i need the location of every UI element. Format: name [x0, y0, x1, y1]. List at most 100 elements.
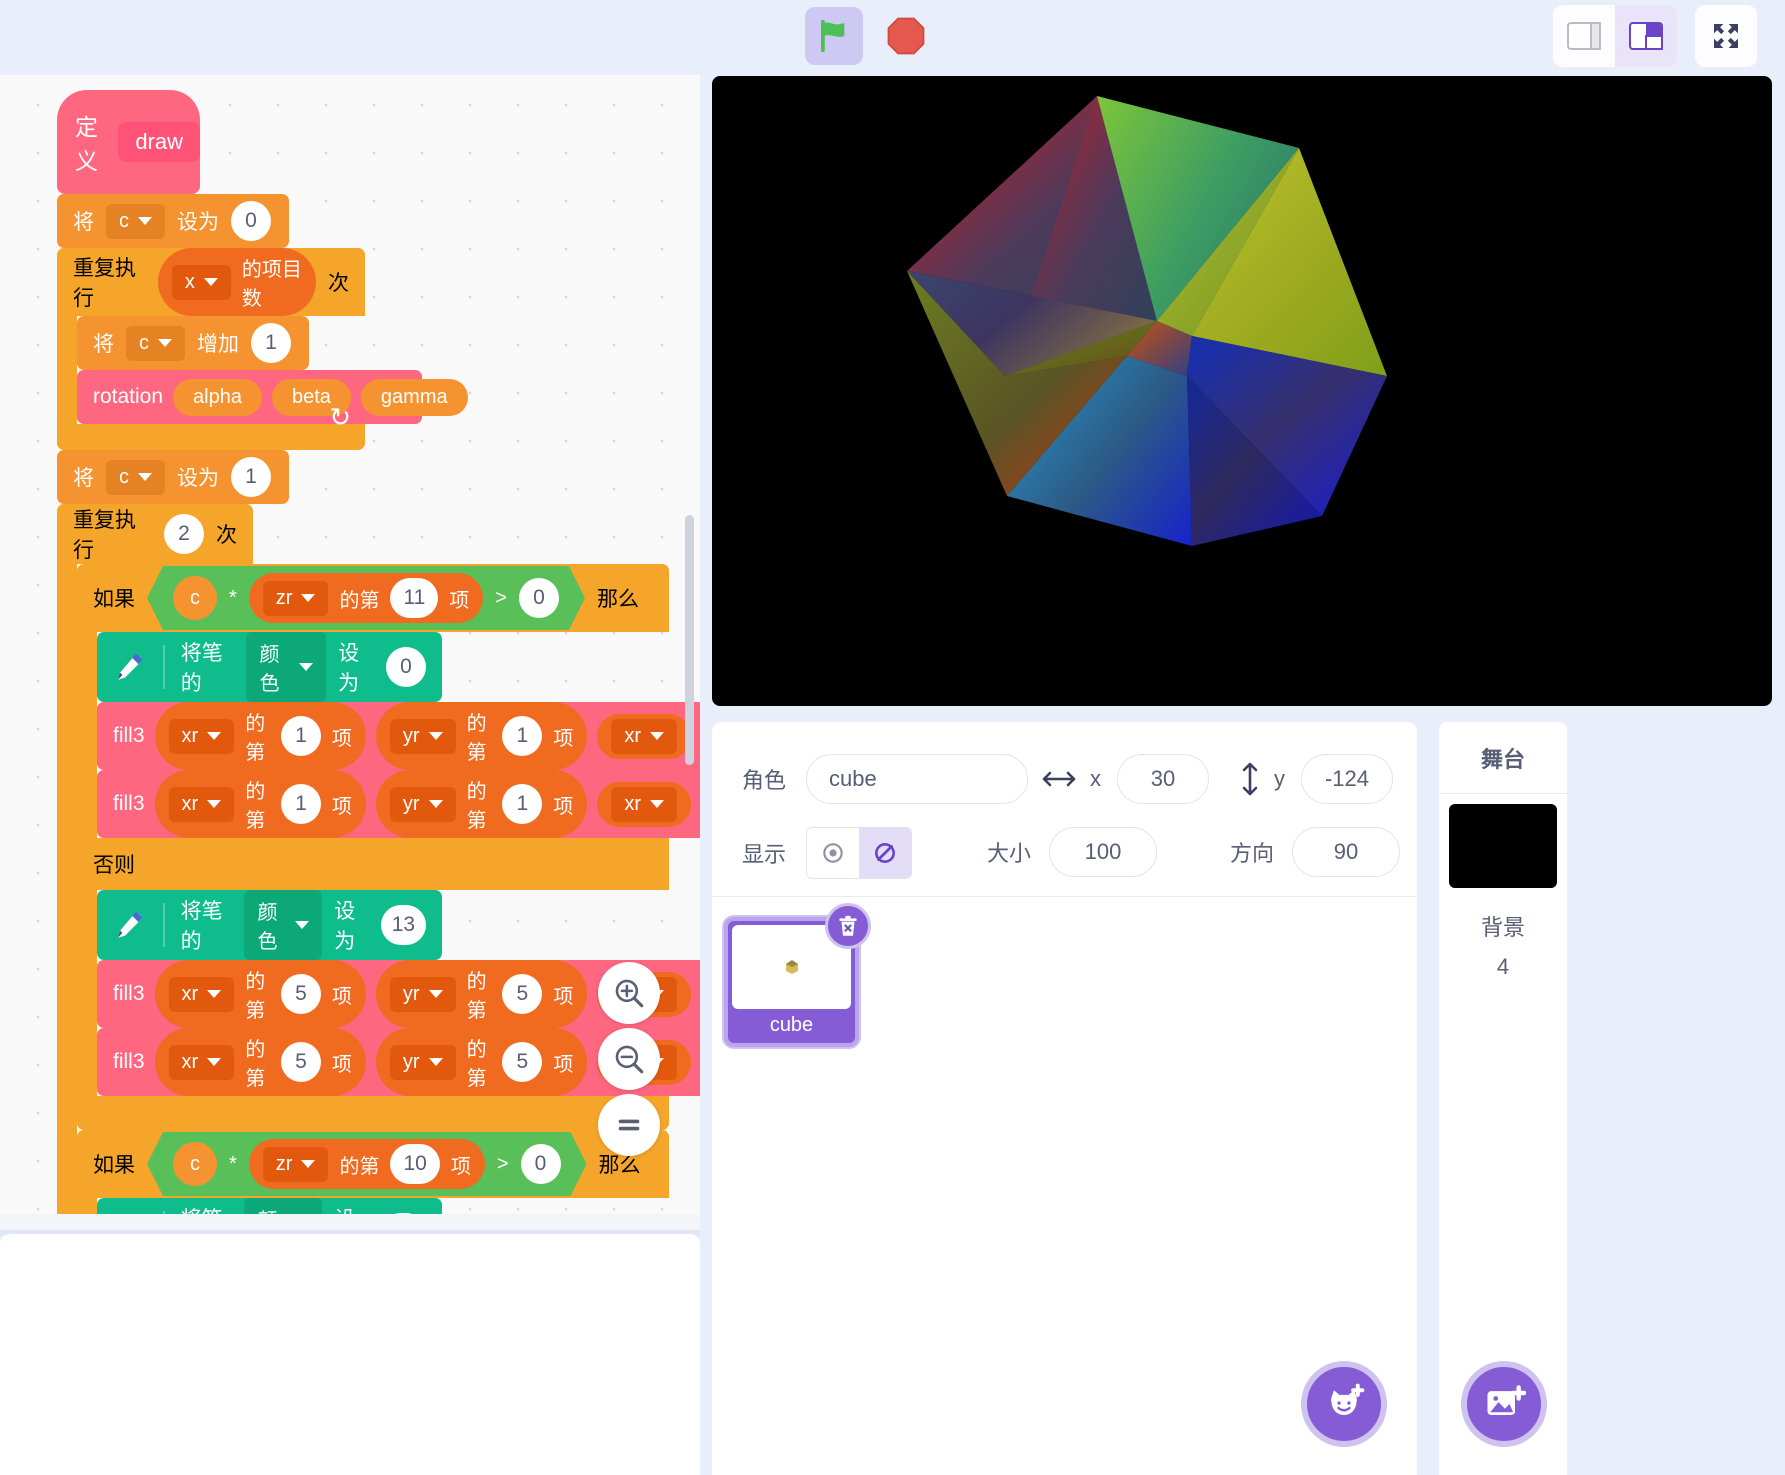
- y-input[interactable]: -124: [1301, 754, 1393, 804]
- add-sprite-button[interactable]: [1301, 1361, 1387, 1447]
- else-header[interactable]: 否则: [77, 838, 669, 890]
- list-dropdown-xr[interactable]: xr: [169, 1045, 235, 1080]
- change-value-input[interactable]: 1: [251, 323, 291, 363]
- item-index-input[interactable]: 5: [281, 1042, 321, 1082]
- pen-property-dropdown[interactable]: 颜色: [244, 890, 322, 960]
- list-dropdown-xr-2[interactable]: xr: [611, 719, 677, 754]
- rotation-custom-block[interactable]: rotation alpha beta gamma: [77, 370, 422, 424]
- set-pen-color-0-block[interactable]: 将笔的 颜色 设为 0: [97, 632, 442, 702]
- list-dropdown-zr[interactable]: zr: [263, 581, 329, 616]
- code-workspace[interactable]: 定义 draw 将 c 设为 0 重复执行 x: [0, 75, 700, 1230]
- sprite-name-input[interactable]: cube: [806, 754, 1028, 804]
- item-of-yr-reporter[interactable]: yr 的第 5 项: [376, 960, 587, 1028]
- item-of-xr-reporter[interactable]: xr 的第 5 项: [155, 960, 366, 1028]
- rotation-arg-alpha[interactable]: alpha: [173, 379, 262, 416]
- stop-button[interactable]: [877, 7, 935, 65]
- item-index-input[interactable]: 1: [502, 784, 542, 824]
- x-input[interactable]: 30: [1117, 754, 1209, 804]
- pen-color-value-input[interactable]: 13: [381, 905, 426, 945]
- item-index-input[interactable]: 5: [502, 974, 542, 1014]
- fill3-block-b[interactable]: fill3 xr 的第 1 项: [97, 770, 700, 838]
- item-of-xr-reporter-2[interactable]: xr: [597, 714, 691, 759]
- greater-than-operator-2[interactable]: c * zr 的第 10 项: [147, 1132, 587, 1196]
- list-dropdown-xr-2[interactable]: xr: [611, 787, 677, 822]
- zoom-in-button[interactable]: [598, 962, 660, 1024]
- workspace-horizontal-scrollbar[interactable]: [0, 1214, 700, 1230]
- item-index-input[interactable]: 5: [281, 974, 321, 1014]
- set-variable-c-0-block[interactable]: 将 c 设为 0: [57, 194, 289, 248]
- list-dropdown-yr[interactable]: yr: [390, 787, 456, 822]
- list-dropdown-x[interactable]: x: [172, 265, 231, 300]
- variable-dropdown-c[interactable]: c: [126, 326, 185, 361]
- fill3-label: fill3: [113, 1050, 145, 1074]
- item-index-input[interactable]: 1: [281, 784, 321, 824]
- procedure-name[interactable]: draw: [118, 122, 200, 162]
- variable-dropdown-c[interactable]: c: [106, 204, 165, 239]
- item-index-input[interactable]: 1: [281, 716, 321, 756]
- repeat-body[interactable]: 将 c 增加 1 rotation alpha beta gamma: [77, 316, 422, 424]
- list-dropdown-xr[interactable]: xr: [169, 719, 235, 754]
- item-index-input[interactable]: 5: [502, 1042, 542, 1082]
- define-hat-block[interactable]: 定义 draw: [57, 90, 200, 194]
- workspace-vertical-scrollbar[interactable]: [685, 515, 694, 765]
- list-dropdown-yr[interactable]: yr: [390, 1045, 456, 1080]
- variable-c-reporter[interactable]: c: [173, 1142, 217, 1186]
- fullscreen-button[interactable]: [1695, 5, 1757, 67]
- set-pen-color-13-block[interactable]: 将笔的 颜色 设为 13: [97, 890, 442, 960]
- set-variable-c-1-block[interactable]: 将 c 设为 1: [57, 450, 289, 504]
- rotation-arg-gamma[interactable]: gamma: [361, 379, 468, 416]
- list-dropdown-zr[interactable]: zr: [263, 1147, 329, 1182]
- small-stage-layout-button[interactable]: [1553, 5, 1615, 67]
- item-of-list-reporter-1[interactable]: zr 的第 11 项: [249, 573, 483, 623]
- item-of-xr-reporter[interactable]: xr 的第 1 项: [155, 770, 366, 838]
- comparison-rhs-input[interactable]: 0: [519, 578, 559, 618]
- if-keyword: 如果: [93, 1149, 135, 1179]
- repeat-length-of-x-block[interactable]: 重复执行 x 的项目数 次 将 c: [57, 248, 700, 450]
- list-dropdown-yr[interactable]: yr: [390, 977, 456, 1012]
- variable-dropdown-c[interactable]: c: [106, 460, 165, 495]
- comparison-rhs-input[interactable]: 0: [521, 1144, 561, 1184]
- repeat-count-input[interactable]: 2: [164, 514, 204, 554]
- size-input[interactable]: 100: [1049, 827, 1157, 877]
- pen-property-dropdown[interactable]: 颜色: [246, 632, 326, 702]
- normal-stage-layout-button[interactable]: [1615, 5, 1677, 67]
- variable-c-reporter[interactable]: c: [173, 576, 217, 620]
- item-index-input[interactable]: 1: [502, 716, 542, 756]
- item-of-xr-reporter-2[interactable]: xr: [597, 782, 691, 827]
- item-of-yr-reporter[interactable]: yr 的第 1 项: [376, 702, 587, 770]
- item-of-xr-reporter[interactable]: xr 的第 5 项: [155, 1028, 366, 1096]
- list-name: xr: [182, 983, 199, 1006]
- hide-sprite-button[interactable]: [859, 828, 911, 878]
- green-flag-button[interactable]: [805, 7, 863, 65]
- set-value-input[interactable]: 0: [231, 201, 271, 241]
- list-dropdown-yr[interactable]: yr: [390, 719, 456, 754]
- stage-backdrop-thumbnail[interactable]: [1449, 804, 1557, 888]
- add-backdrop-button[interactable]: [1461, 1361, 1547, 1447]
- list-dropdown-xr[interactable]: xr: [169, 977, 235, 1012]
- direction-input[interactable]: 90: [1292, 827, 1400, 877]
- item-of-list-reporter-2[interactable]: zr 的第 10 项: [249, 1139, 485, 1189]
- greater-than-operator-1[interactable]: c * zr 的第 11 项: [147, 566, 585, 630]
- length-of-list-reporter[interactable]: x 的项目数: [158, 248, 316, 316]
- sprite-list-panel[interactable]: cube: [712, 897, 1417, 1475]
- stage-canvas[interactable]: [712, 76, 1772, 706]
- item-index-input[interactable]: 11: [390, 578, 438, 618]
- delete-sprite-button[interactable]: [825, 903, 871, 949]
- item-index-input[interactable]: 10: [390, 1144, 439, 1184]
- zoom-out-button[interactable]: [598, 1028, 660, 1090]
- if-else-1-foot: [77, 1096, 669, 1130]
- stage-container[interactable]: [712, 76, 1772, 706]
- if-1-body[interactable]: 将笔的 颜色 设为 0 fill: [97, 632, 700, 838]
- list-dropdown-xr[interactable]: xr: [169, 787, 235, 822]
- sprite-list-item-cube[interactable]: cube: [724, 917, 859, 1047]
- item-of-xr-reporter[interactable]: xr 的第 1 项: [155, 702, 366, 770]
- visibility-toggle-group[interactable]: [806, 827, 912, 879]
- item-of-yr-reporter[interactable]: yr 的第 1 项: [376, 770, 587, 838]
- show-sprite-button[interactable]: [807, 828, 859, 878]
- set-value-input[interactable]: 1: [231, 457, 271, 497]
- change-variable-c-block[interactable]: 将 c 增加 1: [77, 316, 309, 370]
- pen-color-value-input[interactable]: 0: [386, 647, 426, 687]
- zoom-reset-button[interactable]: [598, 1094, 660, 1156]
- item-of-yr-reporter[interactable]: yr 的第 5 项: [376, 1028, 587, 1096]
- fill3-block-a[interactable]: fill3 xr 的第 1 项: [97, 702, 700, 770]
